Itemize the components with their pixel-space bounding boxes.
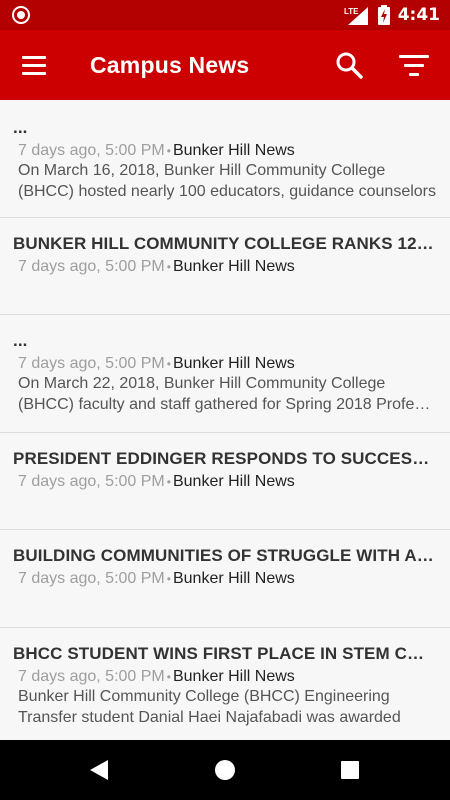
lte-signal-icon: LTE — [344, 7, 368, 25]
article-meta: 7 days ago, 5:00 PM • Bunker Hill News — [13, 668, 436, 686]
article-source: Bunker Hill News — [172, 258, 295, 275]
separator-dot: • — [166, 670, 171, 684]
separator-dot: • — [166, 572, 171, 586]
article-source: Bunker Hill News — [172, 570, 295, 587]
status-bar: LTE 4:41 — [0, 0, 450, 30]
article-time: 7 days ago, 5:00 PM — [18, 473, 165, 490]
back-icon[interactable] — [90, 760, 108, 780]
status-time: 4:41 — [397, 5, 440, 25]
article-meta: 7 days ago, 5:00 PM • Bunker Hill News — [13, 355, 436, 373]
news-feed[interactable]: ... 7 days ago, 5:00 PM • Bunker Hill News… — [0, 100, 450, 740]
article-summary: On March 22, 2018, Bunker Hill Community… — [18, 375, 436, 413]
navigation-bar — [0, 740, 450, 800]
battery-charging-icon — [377, 5, 390, 25]
article-time: 7 days ago, 5:00 PM — [18, 668, 165, 685]
list-item[interactable]: ... 7 days ago, 5:00 PM • Bunker Hill News… — [0, 100, 450, 218]
article-headline: ... — [13, 118, 28, 137]
home-icon[interactable] — [215, 760, 235, 780]
article-source: Bunker Hill News — [172, 473, 295, 490]
article-headline: BHCC STUDENT WINS FIRST PLACE IN STEM CO… — [13, 644, 436, 663]
separator-dot: • — [166, 260, 171, 274]
article-headline: ... — [13, 331, 28, 350]
article-summary: Bunker Hill Community College (BHCC) Eng… — [18, 688, 401, 726]
article-meta: 7 days ago, 5:00 PM • Bunker Hill News — [13, 258, 436, 276]
list-item[interactable]: BHCC STUDENT WINS FIRST PLACE IN STEM CO… — [0, 628, 450, 740]
article-source: Bunker Hill News — [172, 355, 295, 372]
article-source: Bunker Hill News — [172, 668, 295, 685]
article-time: 7 days ago, 5:00 PM — [18, 258, 165, 275]
status-icons: LTE 4:41 — [344, 4, 440, 26]
article-meta: 7 days ago, 5:00 PM • Bunker Hill News — [13, 142, 436, 160]
screen-record-icon — [12, 6, 30, 24]
list-item[interactable]: PRESIDENT EDDINGER RESPONDS TO SUCCESSFU… — [0, 433, 450, 530]
filter-icon[interactable] — [396, 50, 432, 80]
article-time: 7 days ago, 5:00 PM — [18, 142, 165, 159]
article-meta: 7 days ago, 5:00 PM • Bunker Hill News — [13, 570, 436, 588]
separator-dot: • — [166, 144, 171, 158]
article-source: Bunker Hill News — [172, 142, 295, 159]
recents-icon[interactable] — [341, 761, 359, 779]
network-type-label: LTE — [344, 7, 359, 16]
list-item[interactable]: BUILDING COMMUNITIES OF STRUGGLE WITH AC… — [0, 530, 450, 628]
article-headline: BUNKER HILL COMMUNITY COLLEGE RANKS 12TH — [13, 234, 436, 253]
article-time: 7 days ago, 5:00 PM — [18, 355, 165, 372]
page-title: Campus News — [90, 52, 250, 78]
separator-dot: • — [166, 475, 171, 489]
separator-dot: • — [166, 357, 171, 371]
article-summary: On March 16, 2018, Bunker Hill Community… — [18, 162, 436, 200]
search-icon[interactable] — [334, 50, 364, 80]
menu-icon[interactable] — [16, 47, 52, 83]
article-headline: PRESIDENT EDDINGER RESPONDS TO SUCCESSFU… — [13, 449, 436, 468]
app-bar: Campus News — [0, 30, 450, 100]
list-item[interactable]: ... 7 days ago, 5:00 PM • Bunker Hill News… — [0, 315, 450, 433]
article-time: 7 days ago, 5:00 PM — [18, 570, 165, 587]
list-item[interactable]: BUNKER HILL COMMUNITY COLLEGE RANKS 12TH… — [0, 218, 450, 315]
article-meta: 7 days ago, 5:00 PM • Bunker Hill News — [13, 473, 436, 491]
article-headline: BUILDING COMMUNITIES OF STRUGGLE WITH AC… — [13, 546, 436, 565]
